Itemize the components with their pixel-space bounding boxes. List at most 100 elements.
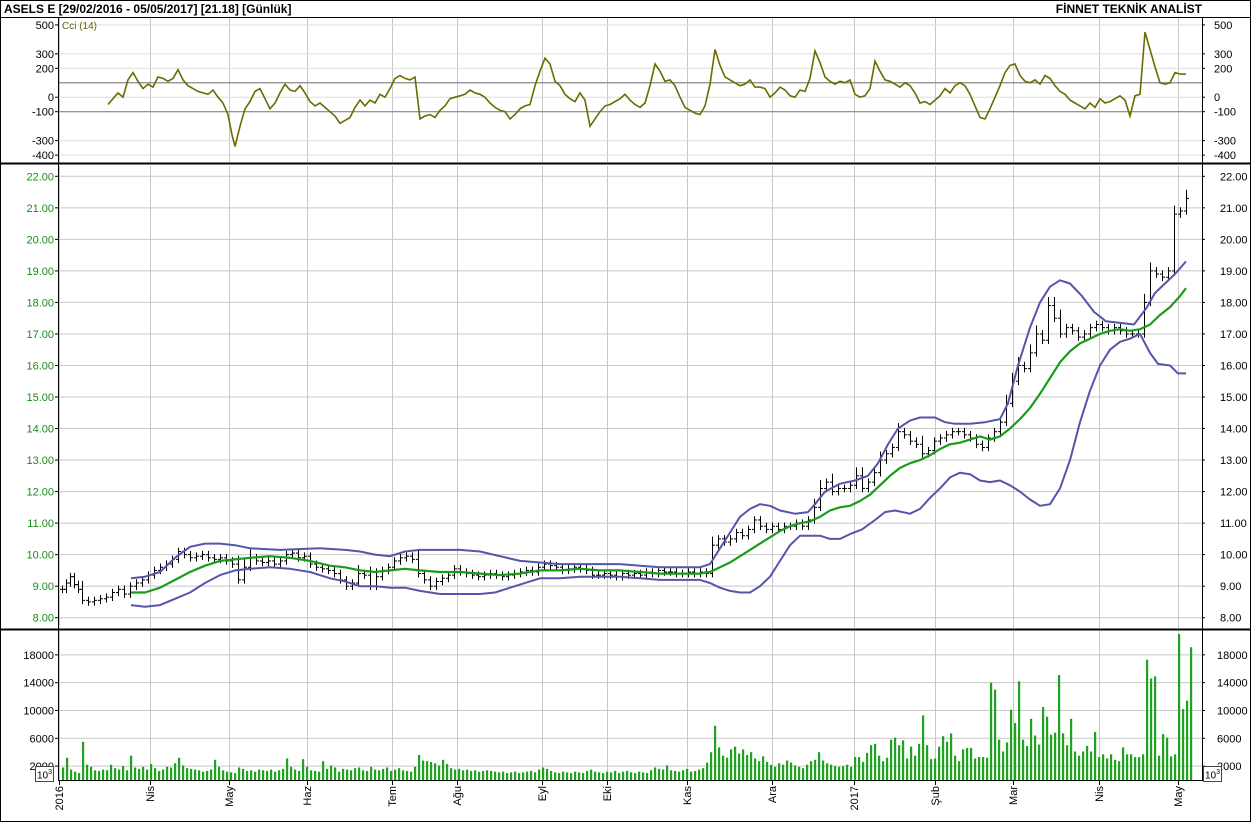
volume-bar <box>554 772 557 780</box>
price-tick-label-right: 21.00 <box>1220 203 1248 215</box>
volume-bar <box>102 769 105 780</box>
volume-bar <box>114 768 117 780</box>
volume-bar <box>386 767 389 780</box>
cci-tick-label-left: 500 <box>36 20 54 32</box>
volume-bar <box>1002 751 1005 780</box>
volume-bar <box>1182 709 1185 780</box>
volume-bar <box>410 771 413 780</box>
volume-bar <box>322 761 325 780</box>
cci-tick-label-right: 0 <box>1214 92 1220 104</box>
volume-bar <box>178 757 181 780</box>
volume-bar <box>1122 747 1125 780</box>
volume-bar <box>454 769 457 780</box>
volume-bar <box>570 773 573 780</box>
volume-bar <box>1142 754 1145 780</box>
volume-bar <box>686 768 689 780</box>
price-tick-label-left: 21.00 <box>26 203 54 215</box>
volume-bar <box>938 746 941 780</box>
volume-bar <box>518 773 521 780</box>
volume-bar <box>166 766 169 780</box>
volume-bar <box>622 771 625 780</box>
volume-bar <box>274 771 277 780</box>
price-tick-label-left: 10.00 <box>26 550 54 562</box>
volume-bar <box>110 764 113 780</box>
cci-tick-label-right: -100 <box>1214 107 1236 119</box>
volume-bar <box>162 769 165 780</box>
volume-bar <box>538 769 541 780</box>
volume-bar <box>334 767 337 780</box>
volume-bar <box>406 770 409 780</box>
volume-bar <box>106 770 109 780</box>
volume-bar <box>894 737 897 780</box>
volume-bar <box>842 766 845 780</box>
time-tick-label: Eyl <box>537 786 549 801</box>
cci-tick-label-right: -300 <box>1214 136 1236 148</box>
volume-bar <box>906 758 909 780</box>
price-tick-label-left: 15.00 <box>26 392 54 404</box>
volume-bar <box>946 741 949 780</box>
volume-bar <box>294 769 297 780</box>
volume-bar <box>910 746 913 780</box>
volume-bar <box>354 768 357 780</box>
volume-bar <box>462 770 465 780</box>
volume-tick-label-left: 18000 <box>23 650 54 662</box>
time-tick-label: Nis <box>145 786 157 802</box>
volume-bar <box>610 772 613 780</box>
volume-bar <box>198 770 201 780</box>
volume-bar <box>606 771 609 780</box>
volume-bar <box>266 770 269 780</box>
volume-bar <box>598 772 601 780</box>
volume-bar <box>466 769 469 780</box>
volume-bar <box>190 768 193 780</box>
volume-bar <box>1086 745 1089 780</box>
volume-bar <box>390 770 393 780</box>
volume-bar <box>838 766 841 780</box>
volume-bar <box>86 764 89 780</box>
volume-bar <box>474 770 477 780</box>
volume-bar <box>438 765 441 780</box>
volume-bar <box>666 765 669 780</box>
volume-bar <box>238 767 241 780</box>
volume-bar <box>498 772 501 780</box>
volume-bar <box>398 768 401 780</box>
volume-bar <box>930 759 933 780</box>
price-tick-label-right: 15.00 <box>1220 392 1248 404</box>
volume-bar <box>202 771 205 780</box>
volume-bar <box>966 748 969 780</box>
cci-tick-label-right: 500 <box>1214 20 1232 32</box>
price-tick-label-right: 10.00 <box>1220 550 1248 562</box>
volume-bar <box>378 770 381 780</box>
cci-tick-label-left: 200 <box>36 63 54 75</box>
volume-bar <box>282 768 285 780</box>
volume-bar <box>1066 745 1069 780</box>
volume-bar <box>246 770 249 780</box>
volume-bar <box>830 764 833 780</box>
volume-bar <box>134 767 137 780</box>
volume-bar <box>350 770 353 780</box>
volume-bar <box>362 770 365 780</box>
volume-bar <box>1106 758 1109 780</box>
cci-tick-label-left: -100 <box>32 107 54 119</box>
price-tick-label-right: 22.00 <box>1220 171 1248 183</box>
volume-bar <box>1018 681 1021 780</box>
volume-bar <box>1150 678 1153 780</box>
volume-bar <box>710 752 713 780</box>
volume-bar <box>638 771 641 780</box>
volume-bar <box>242 768 245 780</box>
volume-bar <box>582 773 585 780</box>
volume-bar <box>1166 737 1169 780</box>
cci-tick-label-left: 0 <box>48 92 54 104</box>
time-tick-label: Mar <box>1008 786 1020 805</box>
volume-bar <box>670 770 673 780</box>
volume-bar <box>482 770 485 780</box>
price-tick-label-left: 9.00 <box>33 581 54 593</box>
volume-bar <box>702 768 705 780</box>
volume-bar <box>194 769 197 780</box>
volume-bar <box>494 771 497 780</box>
volume-bar <box>138 768 141 780</box>
volume-bar <box>874 743 877 780</box>
volume-bar <box>850 766 853 780</box>
volume-bar <box>78 773 81 780</box>
price-tick-label-left: 14.00 <box>26 424 54 436</box>
volume-bar <box>870 745 873 780</box>
